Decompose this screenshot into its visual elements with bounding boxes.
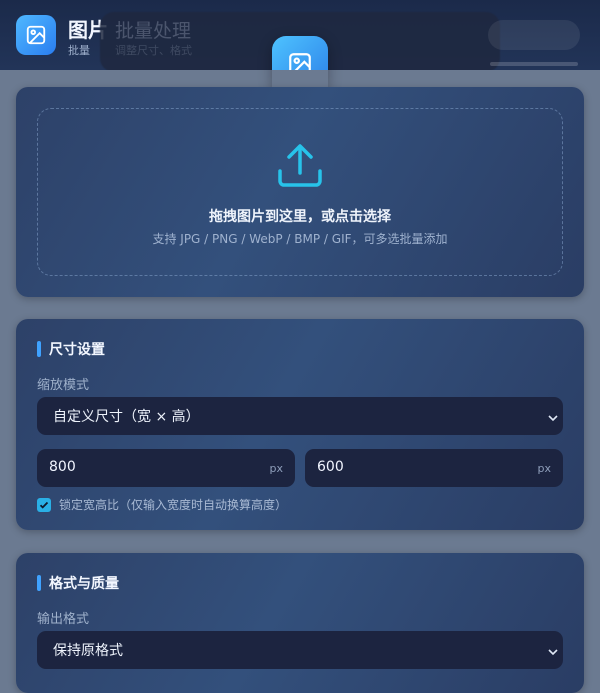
height-value: 600 (317, 459, 344, 475)
lock-ratio-row: 锁定宽高比（仅输入宽度时自动换算高度） (37, 496, 287, 513)
upload-title: 拖拽图片到这里，或点击选择 (209, 209, 391, 225)
section-header: 尺寸设置 (37, 339, 105, 359)
resize-mode-value: 自定义尺寸（宽 × 高） (53, 409, 200, 425)
chevron-down-icon (547, 643, 559, 662)
header-divider (490, 62, 578, 66)
output-format-value: 保持原格式 (53, 643, 123, 659)
upload-icon (276, 143, 324, 193)
accent-bar (37, 575, 41, 591)
output-format-select[interactable]: 保持原格式 (37, 631, 563, 669)
accent-bar (37, 341, 41, 357)
height-input[interactable]: 600 px (305, 449, 563, 487)
section-header: 格式与质量 (37, 573, 119, 593)
lock-ratio-checkbox[interactable] (37, 497, 51, 512)
header-action-button[interactable] (488, 20, 580, 50)
format-label: 输出格式 (37, 612, 90, 627)
image-icon (16, 15, 56, 55)
height-unit: px (537, 462, 552, 475)
overlay-subtitle: 调整尺寸、格式 (115, 44, 192, 57)
lock-ratio-label: 锁定宽高比（仅输入宽度时自动换算高度） (59, 498, 288, 512)
upload-hint: 支持 JPG / PNG / WebP / BMP / GIF，可多选批量添加 (152, 232, 448, 246)
section-title: 格式与质量 (49, 576, 119, 592)
format-quality-card: 格式与质量 输出格式 保持原格式 (16, 553, 584, 693)
section-title: 尺寸设置 (49, 342, 105, 358)
chevron-down-icon (547, 409, 559, 428)
width-value: 800 (49, 459, 76, 475)
resize-mode-select[interactable]: 自定义尺寸（宽 × 高） (37, 397, 563, 435)
width-input[interactable]: 800 px (37, 449, 295, 487)
width-unit: px (269, 462, 284, 475)
app-subtitle: 批量 (68, 44, 90, 57)
size-settings-card: 尺寸设置 缩放模式 自定义尺寸（宽 × 高） 800 px 600 px 锁定宽… (16, 319, 584, 530)
mode-label: 缩放模式 (37, 378, 90, 393)
overlay-title: 批量处理 (115, 20, 192, 42)
